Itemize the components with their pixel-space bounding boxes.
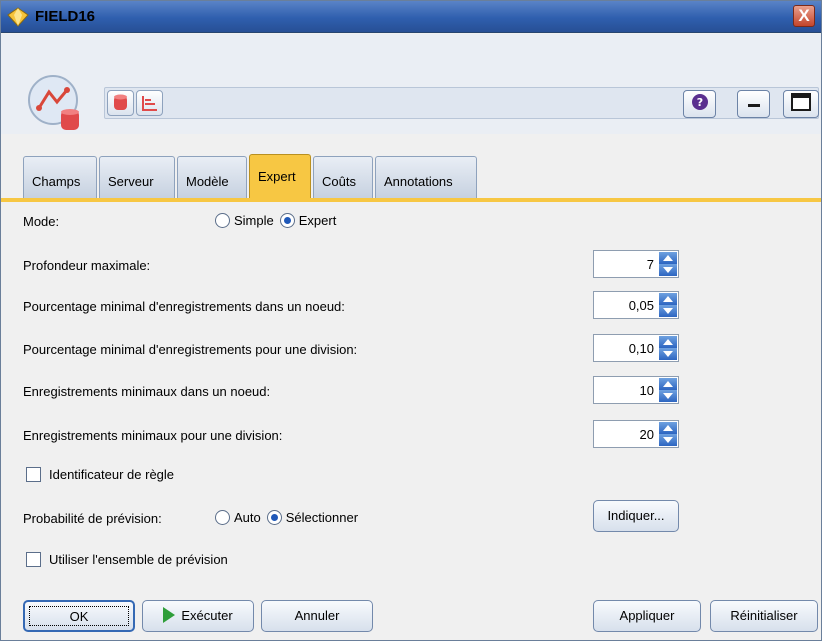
max-depth-spinner[interactable]: 7 <box>593 250 679 278</box>
execute-button[interactable]: Exécuter <box>142 600 254 632</box>
field-node-icon <box>28 75 79 130</box>
svg-text:?: ? <box>696 96 702 109</box>
min-pct-node-spinner[interactable]: 0,05 <box>593 291 679 319</box>
spinner-down-icon[interactable] <box>659 348 677 360</box>
min-pct-split-spinner[interactable]: 0,10 <box>593 334 679 362</box>
node-header: ? <box>1 34 821 134</box>
database-button[interactable] <box>107 90 134 116</box>
pred-prob-auto-radio[interactable] <box>215 510 230 525</box>
diamond-node-icon <box>7 7 29 27</box>
min-pct-split-value: 0,10 <box>628 341 654 356</box>
min-rec-split-value: 20 <box>639 427 654 442</box>
pred-prob-auto-label: Auto <box>234 510 261 525</box>
indicate-button[interactable]: Indiquer... <box>593 500 679 532</box>
help-button[interactable]: ? <box>683 90 716 118</box>
spinner-down-icon[interactable] <box>659 264 677 276</box>
spinner-down-icon[interactable] <box>659 434 677 446</box>
spinner-up-icon[interactable] <box>659 252 677 264</box>
mode-expert-label: Expert <box>298 213 337 228</box>
mode-label: Mode: <box>23 214 60 229</box>
min-rec-node-value: 10 <box>639 383 654 398</box>
chart-icon <box>142 96 157 111</box>
min-rec-split-spinner[interactable]: 20 <box>593 420 679 448</box>
spinner-up-icon[interactable] <box>659 422 677 434</box>
tab-modele[interactable]: Modèle <box>177 156 247 198</box>
help-icon: ? <box>691 94 708 110</box>
chart-button[interactable] <box>136 90 163 116</box>
spinner-up-icon[interactable] <box>659 293 677 305</box>
tab-annotations[interactable]: Annotations <box>375 156 477 198</box>
spinner-down-icon[interactable] <box>659 305 677 317</box>
tab-champs[interactable]: Champs <box>23 156 97 198</box>
use-pred-set-checkbox[interactable] <box>26 552 41 567</box>
mode-simple-label: Simple <box>234 213 274 228</box>
mode-simple-radio[interactable] <box>215 213 230 228</box>
use-pred-set-label: Utiliser l'ensemble de prévision <box>49 552 228 567</box>
tab-serveur[interactable]: Serveur <box>99 156 175 198</box>
tab-expert[interactable]: Expert <box>249 154 311 198</box>
spinner-down-icon[interactable] <box>659 390 677 402</box>
minimize-icon <box>747 104 760 107</box>
database-icon <box>114 94 127 110</box>
cancel-button[interactable]: Annuler <box>261 600 373 632</box>
min-pct-node-value: 0,05 <box>628 298 654 313</box>
pred-prob-select-radio[interactable] <box>266 510 282 525</box>
min-rec-node-spinner[interactable]: 10 <box>593 376 679 404</box>
close-button[interactable]: X <box>793 5 815 27</box>
pred-prob-radio-group: Auto Sélectionner <box>215 510 364 525</box>
apply-button[interactable]: Appliquer <box>593 600 701 632</box>
spinner-up-icon[interactable] <box>659 378 677 390</box>
spinner-up-icon[interactable] <box>659 336 677 348</box>
ok-button[interactable]: OK <box>23 600 135 632</box>
min-rec-split-label: Enregistrements minimaux pour une divisi… <box>23 428 283 443</box>
title-bar: FIELD16 X <box>1 1 821 33</box>
reset-button[interactable]: Réinitialiser <box>710 600 818 632</box>
minimize-button[interactable] <box>737 90 770 118</box>
maximize-button[interactable] <box>783 90 819 118</box>
mode-radio-group: Simple Expert <box>215 213 342 228</box>
dialog-window: FIELD16 X ? Champs Serveur Modèle Expert… <box>0 0 822 641</box>
max-depth-value: 7 <box>646 257 654 272</box>
tab-underline <box>1 198 821 202</box>
window-title: FIELD16 <box>35 8 96 25</box>
min-pct-split-label: Pourcentage minimal d'enregistrements po… <box>23 342 358 357</box>
play-icon <box>163 607 176 623</box>
tab-couts[interactable]: Coûts <box>313 156 373 198</box>
execute-button-label: Exécuter <box>181 608 233 623</box>
mode-expert-radio[interactable] <box>279 213 295 228</box>
rule-id-label: Identificateur de règle <box>49 467 175 482</box>
max-depth-label: Profondeur maximale: <box>23 258 151 273</box>
pred-prob-label: Probabilité de prévision: <box>23 511 162 526</box>
min-pct-node-label: Pourcentage minimal d'enregistrements da… <box>23 299 345 314</box>
rule-id-checkbox[interactable] <box>26 467 41 482</box>
min-rec-node-label: Enregistrements minimaux dans un noeud: <box>23 384 271 399</box>
maximize-icon <box>791 93 811 111</box>
pred-prob-select-label: Sélectionner <box>285 510 359 525</box>
